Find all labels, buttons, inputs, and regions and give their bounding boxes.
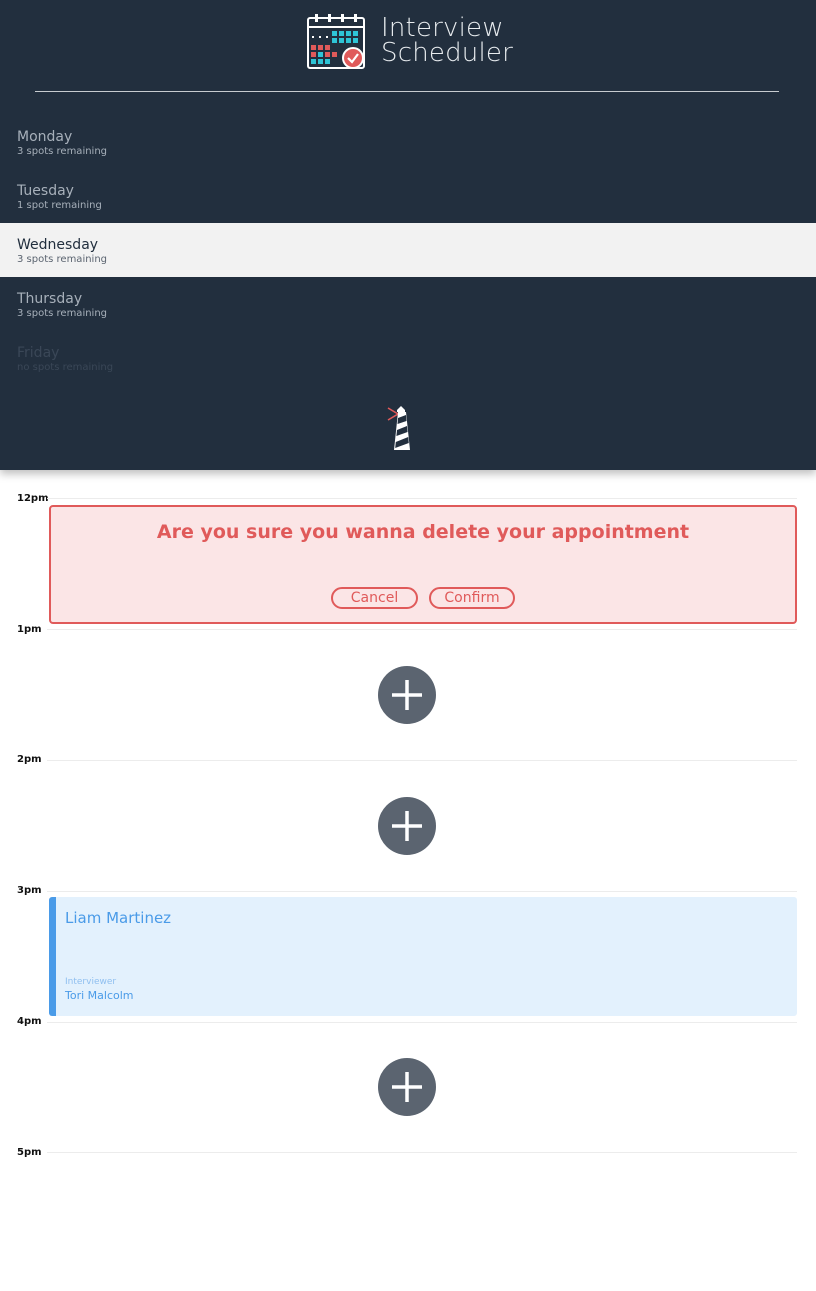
app-title: Interview Scheduler: [381, 15, 513, 68]
day-name: Tuesday: [17, 183, 74, 199]
day-name: Thursday: [17, 291, 83, 307]
day-item-tuesday[interactable]: Tuesday 1 spot remaining: [0, 175, 816, 229]
add-appointment-button[interactable]: [378, 1058, 436, 1116]
hour-label-12pm: 12pm: [17, 493, 49, 504]
day-name: Monday: [17, 129, 73, 145]
confirmation-message: Are you sure you wanna delete your appoi…: [156, 521, 690, 543]
cancel-button[interactable]: Cancel: [331, 587, 418, 609]
app-logo: Interview Scheduler: [306, 12, 513, 72]
hour-label-5pm: 5pm: [17, 1147, 42, 1158]
day-item-thursday[interactable]: Thursday 3 spots remaining: [0, 283, 816, 337]
add-appointment-button[interactable]: [378, 797, 436, 855]
appointment-card[interactable]: Liam Martinez Interviewer Tori Malcolm: [49, 897, 797, 1016]
sidebar-divider: [35, 91, 779, 92]
plus-icon: [392, 811, 422, 841]
plus-icon: [392, 680, 422, 710]
hour-divider: [47, 629, 797, 630]
add-appointment-button[interactable]: [378, 666, 436, 724]
hour-label-4pm: 4pm: [17, 1016, 42, 1027]
day-item-friday[interactable]: Friday no spots remaining: [0, 337, 816, 391]
day-name: Friday: [17, 345, 60, 361]
plus-icon: [392, 1072, 422, 1102]
sidebar: Interview Scheduler Monday 3 spots remai…: [0, 0, 816, 470]
hour-divider: [47, 760, 797, 761]
day-spots: no spots remaining: [17, 362, 114, 373]
day-spots: 3 spots remaining: [17, 146, 108, 157]
hour-label-2pm: 2pm: [17, 754, 42, 765]
delete-confirmation: Are you sure you wanna delete your appoi…: [49, 505, 797, 624]
hour-divider: [47, 498, 797, 499]
student-name: Liam Martinez: [65, 909, 172, 927]
hour-label-3pm: 3pm: [17, 885, 42, 896]
calendar-check-icon: [307, 14, 365, 69]
day-name: Wednesday: [17, 237, 99, 253]
day-item-monday[interactable]: Monday 3 spots remaining: [0, 121, 816, 175]
interviewer-label: Interviewer: [65, 977, 117, 987]
hour-divider: [47, 1152, 797, 1153]
hour-divider: [47, 1022, 797, 1023]
hour-divider: [47, 891, 797, 892]
app-title-line2: Scheduler: [381, 38, 513, 68]
day-spots: 3 spots remaining: [17, 254, 108, 265]
interviewer-name: Tori Malcolm: [65, 989, 134, 1002]
day-item-wednesday[interactable]: Wednesday 3 spots remaining: [0, 223, 816, 277]
confirm-button[interactable]: Confirm: [429, 587, 515, 609]
day-spots: 1 spot remaining: [17, 200, 102, 211]
hour-label-1pm: 1pm: [17, 624, 42, 635]
lighthouse-icon: [387, 406, 410, 450]
day-spots: 3 spots remaining: [17, 308, 108, 319]
